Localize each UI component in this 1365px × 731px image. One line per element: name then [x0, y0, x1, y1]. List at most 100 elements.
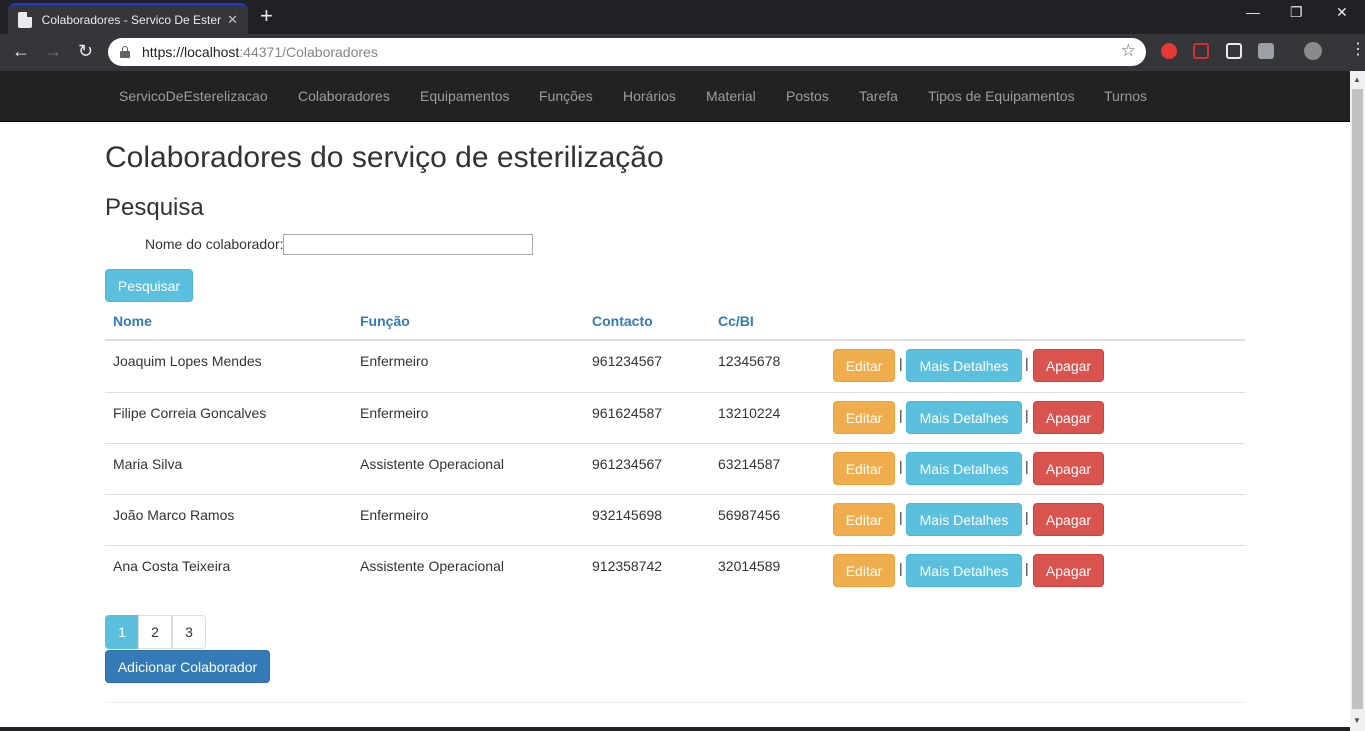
taskbar-edge	[0, 727, 1350, 731]
search-button[interactable]: Pesquisar	[105, 269, 193, 302]
forward-icon[interactable]: →	[44, 41, 62, 61]
restore-icon[interactable]: ❐	[1290, 4, 1303, 21]
scroll-up-icon[interactable]: ▲	[1353, 75, 1361, 84]
navbar-brand[interactable]: ServicoDeEsterelizacao	[119, 88, 268, 104]
tab-title: Colaboradores - Servico De Esteriliz	[41, 12, 222, 27]
pdf-extension-icon[interactable]	[1193, 43, 1209, 59]
delete-button[interactable]: Apagar	[1033, 554, 1104, 587]
bookmark-star-icon[interactable]: ☆	[1121, 41, 1136, 61]
cell-nome: Ana Costa Teixeira	[113, 558, 231, 574]
action-separator: |	[899, 509, 903, 525]
page-scrollbar[interactable]: ▲ ▼	[1350, 71, 1365, 731]
close-tab-icon[interactable]: ✕	[227, 12, 238, 28]
scroll-thumb[interactable]	[1352, 89, 1363, 709]
adblock-extension-icon[interactable]	[1161, 43, 1177, 59]
page-link-1[interactable]: 1	[105, 615, 139, 649]
edit-button[interactable]: Editar	[833, 401, 895, 434]
cell-funcao: Enfermeiro	[360, 353, 429, 369]
cell-nome: Filipe Correia Goncalves	[113, 405, 267, 421]
minimize-icon[interactable]: —	[1246, 4, 1260, 20]
nav-tarefa[interactable]: Tarefa	[859, 88, 898, 104]
address-bar[interactable]: https://localhost:44371/Colaboradores ☆	[108, 38, 1146, 66]
nav-colaboradores[interactable]: Colaboradores	[298, 88, 390, 104]
details-button[interactable]: Mais Detalhes	[906, 503, 1022, 536]
browser-tab-strip: Colaboradores - Servico De Esteriliz ✕ +…	[0, 0, 1365, 34]
action-separator: |	[899, 458, 903, 474]
nav-horarios[interactable]: Horários	[623, 88, 676, 104]
nav-turnos[interactable]: Turnos	[1104, 88, 1147, 104]
page-icon	[18, 11, 32, 28]
edit-button[interactable]: Editar	[833, 554, 895, 587]
url-host: https://localhost	[142, 44, 240, 60]
page-title: Colaboradores do serviço de esterilizaçã…	[105, 141, 664, 174]
edit-button[interactable]: Editar	[833, 452, 895, 485]
cell-cc-bi: 56987456	[718, 507, 781, 523]
cell-contacto: 912358742	[592, 558, 663, 574]
lock-icon[interactable]	[120, 46, 130, 58]
browser-tab[interactable]: Colaboradores - Servico De Esteriliz ✕	[8, 3, 248, 34]
delete-button[interactable]: Apagar	[1033, 503, 1104, 536]
page-link-3[interactable]: 3	[172, 615, 206, 649]
page-link-2[interactable]: 2	[138, 615, 172, 649]
reader-extension-icon[interactable]	[1226, 43, 1242, 59]
cell-contacto: 961624587	[592, 405, 663, 421]
back-icon[interactable]: ←	[12, 41, 30, 61]
window-close-icon[interactable]: ✕	[1336, 4, 1348, 21]
header-funcao[interactable]: Função	[360, 313, 410, 329]
cell-contacto: 932145698	[592, 507, 663, 523]
delete-button[interactable]: Apagar	[1033, 349, 1104, 382]
avatar[interactable]	[1304, 42, 1322, 60]
add-colaborador-button[interactable]: Adicionar Colaborador	[105, 650, 270, 683]
action-separator: |	[1025, 458, 1029, 474]
cell-nome: Maria Silva	[113, 456, 183, 472]
nav-equipamentos[interactable]: Equipamentos	[420, 88, 510, 104]
menu-icon[interactable]: ⋮	[1350, 40, 1365, 60]
browser-toolbar: ← → ↻ https://localhost:44371/Colaborado…	[0, 34, 1365, 71]
search-input[interactable]	[283, 234, 533, 255]
nav-material[interactable]: Material	[706, 88, 756, 104]
url-text[interactable]: https://localhost:44371/Colaboradores	[142, 44, 378, 60]
table-row: João Marco Ramos Enfermeiro 932145698 56987…	[105, 494, 1245, 545]
cell-funcao: Enfermeiro	[360, 405, 429, 421]
action-separator: |	[1025, 407, 1029, 423]
header-contacto[interactable]: Contacto	[592, 313, 653, 329]
cell-cc-bi: 32014589	[718, 558, 781, 574]
details-button[interactable]: Mais Detalhes	[906, 349, 1022, 382]
nav-funcoes[interactable]: Funções	[539, 88, 593, 104]
delete-button[interactable]: Apagar	[1033, 401, 1104, 434]
delete-button[interactable]: Apagar	[1033, 452, 1104, 485]
cell-cc-bi: 63214587	[718, 456, 781, 472]
reload-icon[interactable]: ↻	[78, 41, 93, 61]
url-path: :44371/Colaboradores	[239, 44, 378, 60]
table-row: Joaquim Lopes Mendes Enfermeiro 961234567 1…	[105, 341, 1245, 392]
details-button[interactable]: Mais Detalhes	[906, 401, 1022, 434]
cell-funcao: Assistente Operacional	[360, 456, 504, 472]
app-navbar: ServicoDeEsterelizacao Colaboradores Equ…	[0, 71, 1350, 122]
footer-divider	[105, 702, 1245, 703]
cell-cc-bi: 12345678	[718, 353, 781, 369]
header-cc-bi[interactable]: Cc/BI	[718, 313, 754, 329]
cell-nome: João Marco Ramos	[113, 507, 235, 523]
edit-button[interactable]: Editar	[833, 349, 895, 382]
action-separator: |	[899, 407, 903, 423]
table-row: Ana Costa Teixeira Assistente Operacional…	[105, 545, 1245, 596]
new-tab-icon[interactable]: +	[260, 5, 273, 27]
details-button[interactable]: Mais Detalhes	[906, 452, 1022, 485]
details-button[interactable]: Mais Detalhes	[906, 554, 1022, 587]
nav-tipos-equipamentos[interactable]: Tipos de Equipamentos	[928, 88, 1075, 104]
table-row: Maria Silva Assistente Operacional 9612345…	[105, 443, 1245, 494]
nav-postos[interactable]: Postos	[786, 88, 829, 104]
header-nome[interactable]: Nome	[113, 313, 152, 329]
scroll-down-icon[interactable]: ▼	[1353, 716, 1361, 725]
action-separator: |	[1025, 560, 1029, 576]
cell-cc-bi: 13210224	[718, 405, 781, 421]
table-row: Filipe Correia Goncalves Enfermeiro 961624…	[105, 392, 1245, 443]
cell-contacto: 961234567	[592, 456, 663, 472]
cell-nome: Joaquim Lopes Mendes	[113, 353, 262, 369]
table-header: Nome Função Contacto Cc/BI	[105, 305, 1245, 341]
edit-button[interactable]: Editar	[833, 503, 895, 536]
action-separator: |	[899, 355, 903, 371]
extension-icon[interactable]	[1258, 43, 1274, 59]
action-separator: |	[1025, 355, 1029, 371]
cell-funcao: Enfermeiro	[360, 507, 429, 523]
